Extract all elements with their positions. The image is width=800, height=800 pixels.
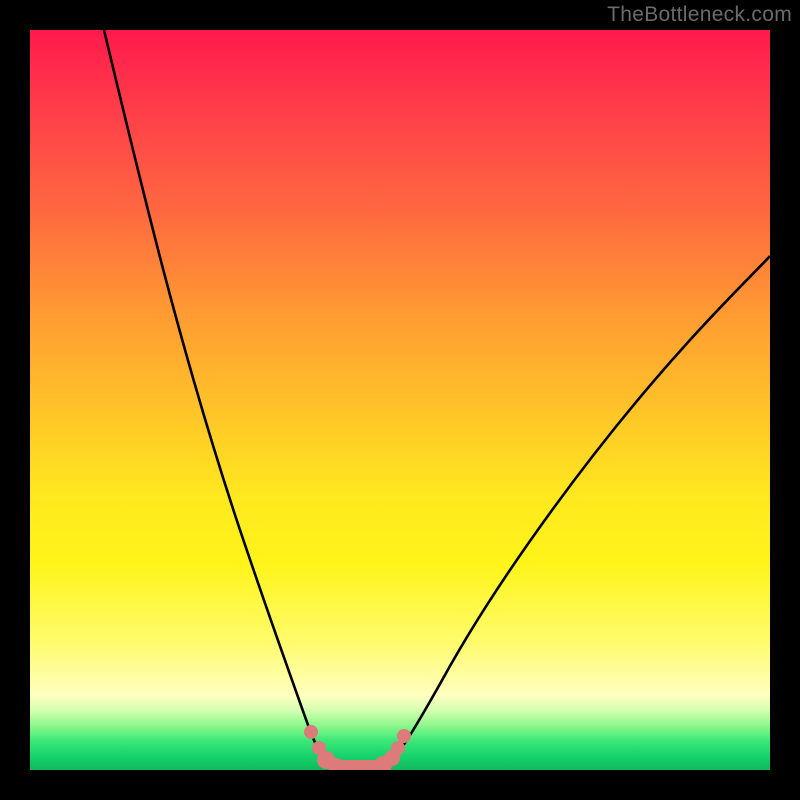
chart-svg [30,30,770,770]
bottleneck-curve [104,30,770,768]
marker-group [304,725,411,770]
chart-frame: TheBottleneck.com [0,0,800,800]
chart-plot-area [30,30,770,770]
watermark-text: TheBottleneck.com [607,3,792,27]
